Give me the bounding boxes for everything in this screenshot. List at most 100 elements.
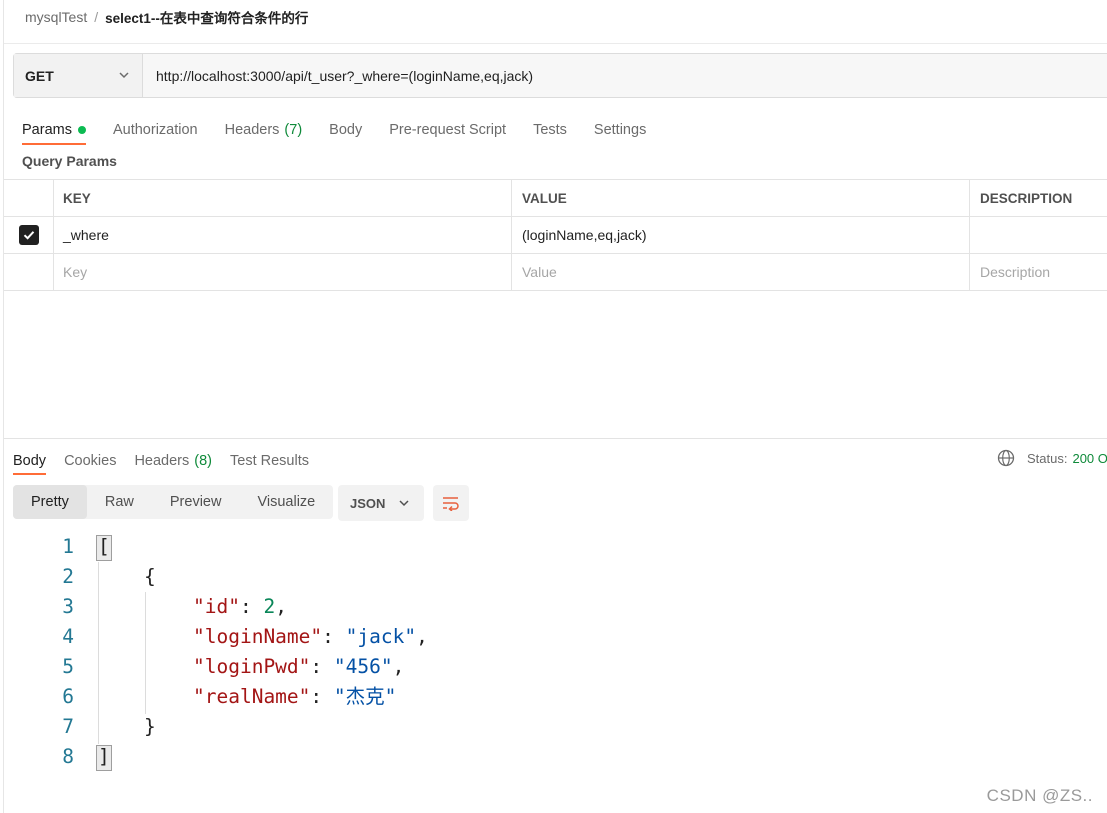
language-select[interactable]: JSON: [338, 485, 424, 521]
tab-authorization-label: Authorization: [112, 122, 198, 138]
request-tabs: Params Authorization Headers (7) Body Pr…: [22, 117, 673, 145]
response-status: Status: 200 O: [997, 449, 1107, 467]
mode-pretty[interactable]: Pretty: [13, 485, 87, 519]
code-line: 1 [: [0, 532, 700, 562]
tab-headers-label: Headers: [224, 122, 280, 138]
line-number: 8: [62, 745, 74, 768]
json-key: "realName": [193, 685, 311, 708]
wrap-lines-icon: [443, 497, 459, 511]
tab-authorization[interactable]: Authorization: [113, 117, 198, 143]
breadcrumb-request-name[interactable]: select1--在表中查询符合条件的行: [105, 7, 308, 27]
query-params-title: Query Params: [22, 153, 117, 169]
code-line: 2 {: [0, 562, 700, 592]
status-label: Status:: [1027, 450, 1068, 466]
code-line: 7 }: [0, 712, 700, 742]
chevron-down-icon: [119, 72, 129, 79]
divider: [4, 43, 1107, 44]
code-text: ]: [96, 742, 112, 772]
tab-params[interactable]: Params: [22, 117, 86, 145]
url-input[interactable]: http://localhost:3000/api/t_user?_where=…: [143, 54, 1107, 97]
column-header-description: DESCRIPTION: [980, 190, 1073, 206]
code-text: "id": 2,: [193, 595, 287, 618]
open-array-bracket: [: [96, 534, 112, 561]
json-key: "loginName": [193, 625, 323, 648]
placeholder-checkbox-cell: [4, 254, 54, 290]
line-number: 6: [62, 685, 74, 708]
json-key: "id": [193, 595, 240, 618]
param-key-field[interactable]: _where: [54, 217, 512, 253]
wrap-lines-button[interactable]: [433, 485, 469, 521]
line-number: 7: [62, 715, 74, 738]
tab-settings[interactable]: Settings: [594, 117, 646, 143]
line-number: 2: [62, 565, 74, 588]
method-select[interactable]: GET: [14, 54, 143, 97]
response-tab-body[interactable]: Body: [13, 449, 47, 475]
params-active-dot: [77, 126, 86, 134]
tab-body[interactable]: Body: [329, 117, 362, 143]
response-tab-body-label: Body: [13, 453, 47, 469]
new-value-input[interactable]: Value: [512, 254, 970, 290]
line-number: 4: [62, 625, 74, 648]
header-checkbox-cell: [4, 180, 54, 216]
params-table: KEY VALUE DESCRIPTION _where (loginName,…: [4, 179, 1107, 291]
code-text: "realName": "杰克": [193, 685, 397, 708]
code-line: 4 "loginName": "jack",: [0, 622, 700, 652]
code-text: "loginPwd": "456",: [193, 655, 405, 678]
new-description-input[interactable]: Description: [970, 254, 1107, 290]
response-tab-cookies[interactable]: Cookies: [64, 449, 116, 473]
tab-pre-request-script-label: Pre-request Script: [389, 122, 507, 138]
code-line: 5 "loginPwd": "456",: [0, 652, 700, 682]
response-headers-count: (8): [194, 453, 212, 469]
param-description-field[interactable]: [970, 217, 1107, 253]
json-string: "jack": [345, 625, 417, 648]
response-tab-test-results[interactable]: Test Results: [230, 449, 309, 473]
json-key: "loginPwd": [193, 655, 311, 678]
breadcrumb-collection[interactable]: mysqlTest: [25, 9, 87, 25]
tab-tests-label: Tests: [533, 122, 567, 138]
format-mode-selector: Pretty Raw Preview Visualize: [13, 485, 334, 519]
code-text: {: [144, 565, 156, 588]
response-tab-test-results-label: Test Results: [230, 453, 309, 469]
param-enable-checkbox[interactable]: [18, 225, 39, 245]
json-string: "杰克": [333, 685, 397, 708]
mode-visualize[interactable]: Visualize: [239, 485, 333, 519]
status-code: 200 O: [1072, 450, 1107, 466]
json-string: "456": [333, 655, 393, 678]
tab-body-label: Body: [329, 122, 363, 138]
code-line: 3 "id": 2,: [0, 592, 700, 622]
code-line: 6 "realName": "杰克": [0, 682, 700, 712]
tab-settings-label: Settings: [593, 122, 647, 138]
code-text: "loginName": "jack",: [193, 625, 428, 648]
response-tab-cookies-label: Cookies: [64, 453, 117, 469]
chevron-down-icon: [399, 500, 409, 507]
line-number: 1: [62, 535, 74, 558]
mode-preview[interactable]: Preview: [152, 485, 240, 519]
column-header-value: VALUE: [512, 180, 970, 216]
tab-headers[interactable]: Headers (7): [225, 117, 303, 143]
globe-icon[interactable]: [997, 449, 1015, 467]
response-tab-headers-label: Headers: [134, 453, 190, 469]
line-number: 5: [62, 655, 74, 678]
tab-params-label: Params: [22, 122, 72, 138]
code-text: [: [96, 532, 112, 562]
response-body-viewer[interactable]: 1 [ 2 { 3 "id": 2, 4 "loginName": "jack"…: [0, 532, 700, 792]
table-row-placeholder: Key Value Description: [4, 254, 1107, 291]
tab-tests[interactable]: Tests: [533, 117, 567, 143]
json-number: 2: [263, 595, 276, 618]
close-array-bracket: ]: [96, 744, 112, 771]
response-tab-headers[interactable]: Headers (8): [134, 449, 212, 473]
table-header-row: KEY VALUE DESCRIPTION: [4, 180, 1107, 217]
checkmark-icon: [23, 231, 34, 240]
request-bar: GET http://localhost:3000/api/t_user?_wh…: [13, 53, 1107, 98]
mode-raw[interactable]: Raw: [87, 485, 152, 519]
response-divider[interactable]: [4, 438, 1107, 439]
code-text: }: [144, 715, 156, 738]
param-value-field[interactable]: (loginName,eq,jack): [512, 217, 970, 253]
language-label: JSON: [350, 495, 386, 511]
column-header-key: KEY: [54, 180, 512, 216]
code-line: 8 ]: [0, 742, 700, 772]
method-label: GET: [25, 67, 54, 84]
breadcrumb: mysqlTest / select1--在表中查询符合条件的行: [25, 8, 308, 26]
new-key-input[interactable]: Key: [54, 254, 512, 290]
tab-pre-request-script[interactable]: Pre-request Script: [389, 117, 506, 143]
